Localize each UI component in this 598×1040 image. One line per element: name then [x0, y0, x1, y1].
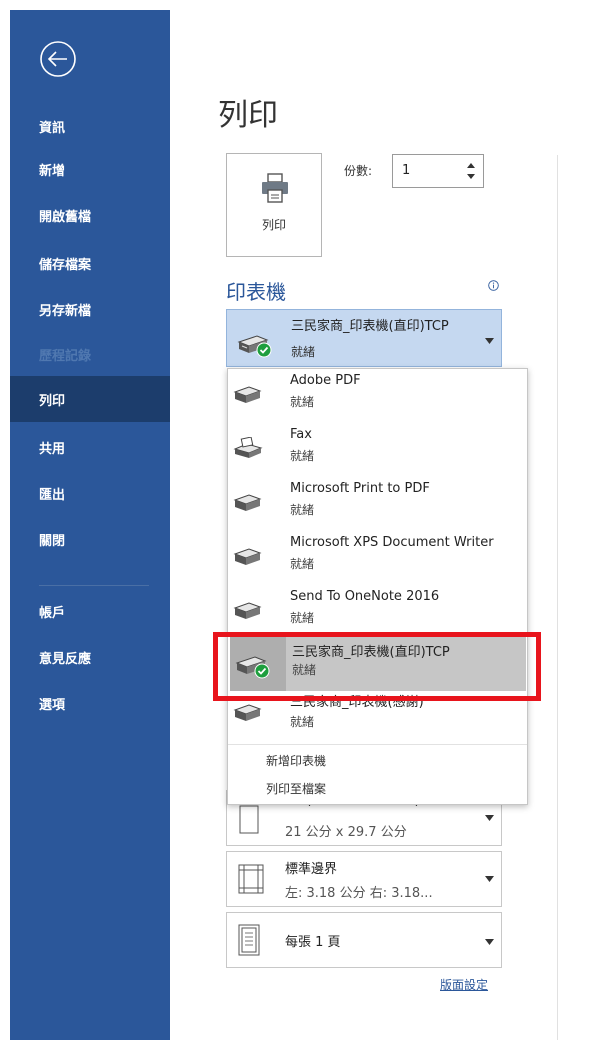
dropdown-separator — [228, 744, 527, 745]
print-button-label: 列印 — [261, 218, 286, 232]
printer-option-fax[interactable]: Fax 就緒 — [228, 423, 527, 477]
print-button[interactable]: 列印 — [226, 153, 322, 257]
chevron-down-icon — [485, 338, 494, 344]
sidebar-item-account[interactable]: 帳戶 — [10, 588, 170, 634]
fax-icon — [233, 437, 263, 458]
printer-icon — [233, 704, 262, 721]
printer-option-name: Microsoft Print to PDF — [290, 481, 430, 496]
sidebar-item-info[interactable]: 資訊 — [10, 103, 170, 149]
copies-input[interactable]: 1 — [392, 154, 484, 188]
sidebar-item-feedback[interactable]: 意見反應 — [10, 634, 170, 680]
sidebar-item-share[interactable]: 共用 — [10, 424, 170, 470]
pages-per-sheet-setting[interactable]: 每張 1 頁 — [226, 912, 502, 968]
printer-option-status: 就緒 — [290, 503, 315, 517]
printer-option-name: Adobe PDF — [290, 373, 361, 388]
sidebar-item-new[interactable]: 新增 — [10, 146, 170, 192]
printer-option-status: 就緒 — [290, 611, 315, 625]
margins-detail: 左: 3.18 公分 右: 3.18... — [285, 886, 433, 901]
copies-value: 1 — [402, 163, 411, 178]
printer-option-status: 就緒 — [290, 557, 315, 571]
word-print-backstage: 資訊 新增 開啟舊檔 儲存檔案 另存新檔 歷程記錄 列印 共用 匯出 關閉 帳戶… — [0, 0, 598, 1040]
printer-option-xps-document-writer[interactable]: Microsoft XPS Document Writer 就緒 — [228, 531, 527, 585]
spin-arrows-icon[interactable] — [466, 160, 476, 182]
backstage-sidebar: 資訊 新增 開啟舊檔 儲存檔案 另存新檔 歷程記錄 列印 共用 匯出 關閉 帳戶… — [10, 10, 170, 1040]
chevron-down-icon — [485, 939, 494, 945]
printer-icon — [233, 548, 262, 565]
pages-per-sheet-label: 每張 1 頁 — [285, 935, 341, 950]
sidebar-divider — [39, 585, 149, 586]
sidebar-item-open[interactable]: 開啟舊檔 — [10, 192, 170, 238]
default-printer-check-icon — [237, 335, 272, 358]
sidebar-item-save[interactable]: 儲存檔案 — [10, 240, 170, 286]
paper-size-icon — [239, 805, 259, 834]
printer-icon — [262, 173, 288, 203]
printer-option-status: 就緒 — [290, 715, 315, 729]
printer-icon — [233, 602, 262, 619]
sidebar-item-options[interactable]: 選項 — [10, 680, 170, 726]
chevron-down-icon — [485, 876, 494, 882]
printer-heading: 印表機 — [226, 280, 286, 304]
printer-option-microsoft-print-to-pdf[interactable]: Microsoft Print to PDF 就緒 — [228, 477, 527, 531]
chevron-down-icon — [485, 815, 494, 821]
printer-icon — [233, 386, 262, 403]
printer-dropdown-list: Adobe PDF 就緒 Fax 就緒 Microsoft Print to P… — [227, 368, 528, 805]
pane-divider — [557, 155, 558, 1040]
printer-option-send-to-onenote[interactable]: Send To OneNote 2016 就緒 — [228, 585, 527, 639]
sidebar-item-history: 歷程記錄 — [39, 348, 92, 364]
sidebar-item-close[interactable]: 關閉 — [10, 516, 170, 562]
printer-option-adobe-pdf[interactable]: Adobe PDF 就緒 — [228, 369, 527, 423]
printer-option-status: 就緒 — [290, 449, 315, 463]
sidebar-item-export[interactable]: 匯出 — [10, 470, 170, 516]
highlight-frame — [213, 632, 541, 701]
printer-select[interactable]: 三民家商_印表機(直印)TCP 就緒 — [226, 309, 502, 367]
add-printer-link[interactable]: 新增印表機 — [266, 752, 326, 769]
margins-name: 標準邊界 — [285, 862, 338, 877]
copies-label: 份數: — [344, 164, 373, 178]
margins-setting[interactable]: 標準邊界 左: 3.18 公分 右: 3.18... — [226, 851, 502, 907]
page-setup-link[interactable]: 版面設定 — [440, 976, 488, 993]
selected-printer-name: 三民家商_印表機(直印)TCP — [291, 319, 449, 334]
sidebar-item-save-as[interactable]: 另存新檔 — [10, 286, 170, 332]
margins-icon — [238, 864, 264, 894]
printer-option-name: Send To OneNote 2016 — [290, 589, 440, 604]
printer-option-name: Fax — [290, 427, 312, 442]
info-icon[interactable] — [488, 280, 499, 291]
printer-icon — [233, 494, 262, 511]
page-title: 列印 — [218, 98, 278, 133]
paper-size-dimensions: 21 公分 x 29.7 公分 — [285, 825, 407, 840]
printer-option-status: 就緒 — [290, 395, 315, 409]
sidebar-item-print[interactable]: 列印 — [10, 376, 170, 422]
print-to-file-option[interactable]: 列印至檔案 — [266, 780, 326, 797]
printer-option-name: Microsoft XPS Document Writer — [290, 535, 494, 550]
page-layout-icon — [238, 924, 260, 956]
back-arrow-icon[interactable] — [37, 38, 79, 80]
selected-printer-status: 就緒 — [291, 345, 316, 359]
